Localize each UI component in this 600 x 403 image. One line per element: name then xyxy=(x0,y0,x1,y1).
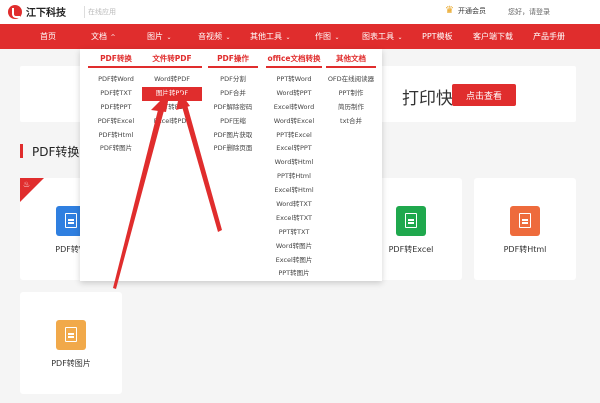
menu-item[interactable]: PPT转PDF xyxy=(142,101,202,115)
tool-card-pdf-html[interactable]: PDF转Html xyxy=(474,178,576,280)
vip-link[interactable]: ♛ 开通会员 xyxy=(445,5,486,16)
menu-item[interactable]: OFD在线阅读器 xyxy=(326,73,376,87)
chevron-down-icon: ⌄ xyxy=(397,34,403,41)
menu-item[interactable]: PDF转Excel xyxy=(88,115,144,129)
view-button[interactable]: 点击查看 xyxy=(452,84,516,106)
vip-label: 开通会员 xyxy=(457,6,486,15)
menu-item[interactable]: PDF转图片 xyxy=(88,142,144,156)
docs-dropdown-menu: PDF转换 PDF转Word PDF转TXT PDF转PPT PDF转Excel… xyxy=(80,49,382,281)
menu-item[interactable]: PDF转Word xyxy=(88,73,144,87)
top-bar: 江下科技 ♛ 开通会员 您好，请登录 xyxy=(0,0,600,24)
nav-item-docs[interactable]: 文档 ^ xyxy=(91,31,116,42)
menu-item[interactable]: PPT转Word xyxy=(266,73,322,87)
menu-column-office-convert: office文档转换 PPT转Word Word转PPT Excel转Word … xyxy=(266,53,322,281)
nav-label: PPT模板 xyxy=(422,32,453,41)
menu-item[interactable]: Excel转PPT xyxy=(266,142,322,156)
nav-item-av[interactable]: 音视频 ⌄ xyxy=(198,31,231,42)
flame-icon: ♨ xyxy=(23,180,31,189)
nav-item-images[interactable]: 图片 ⌄ xyxy=(147,31,172,42)
menu-item[interactable]: PDF压缩 xyxy=(208,115,258,129)
html-doc-icon xyxy=(510,206,540,236)
nav-item-home[interactable]: 首页 xyxy=(40,31,56,42)
menu-item[interactable]: PPT转Excel xyxy=(266,129,322,143)
menu-column-file-to-pdf: 文件转PDF Word转PDF 图片转PDF PPT转PDF Excel转PDF xyxy=(142,53,202,129)
menu-item[interactable]: PPT制作 xyxy=(326,87,376,101)
menu-item[interactable]: Excel转PDF xyxy=(142,115,202,129)
column-heading: office文档转换 xyxy=(266,53,322,68)
nav-item-manual[interactable]: 产品手册 xyxy=(533,31,565,42)
column-heading: PDF操作 xyxy=(208,53,258,68)
chevron-down-icon: ⌄ xyxy=(225,34,231,41)
menu-item[interactable]: PPT转图片 xyxy=(266,267,322,281)
caret-up-icon: ^ xyxy=(110,34,116,41)
menu-item[interactable]: PDF转PPT xyxy=(88,101,144,115)
section-title: PDF转换 xyxy=(32,145,80,159)
menu-item[interactable]: PDF转Html xyxy=(88,129,144,143)
nav-item-charts[interactable]: 图表工具 ⌄ xyxy=(362,31,403,42)
column-heading: 其他文档 xyxy=(326,53,376,68)
menu-item[interactable]: Word转Html xyxy=(266,156,322,170)
chevron-down-icon: ⌄ xyxy=(285,34,291,41)
brand-name: 江下科技 xyxy=(26,8,66,19)
menu-item[interactable]: Word转PDF xyxy=(142,73,202,87)
nav-label: 文档 xyxy=(91,32,107,41)
nav-label: 图片 xyxy=(147,32,163,41)
nav-label: 作图 xyxy=(315,32,331,41)
menu-item[interactable]: Word转TXT xyxy=(266,198,322,212)
chevron-down-icon: ⌄ xyxy=(334,34,340,41)
menu-item[interactable]: 简历制作 xyxy=(326,101,376,115)
search-divider xyxy=(84,6,85,18)
menu-column-other-docs: 其他文档 OFD在线阅读器 PPT制作 简历制作 txt合并 xyxy=(326,53,376,129)
menu-column-pdf-convert: PDF转换 PDF转Word PDF转TXT PDF转PPT PDF转Excel… xyxy=(88,53,144,156)
menu-item[interactable]: Word转图片 xyxy=(266,240,322,254)
menu-item[interactable]: Excel转图片 xyxy=(266,254,322,268)
brand-logo[interactable]: 江下科技 xyxy=(8,4,66,19)
menu-item[interactable]: PDF图片获取 xyxy=(208,129,258,143)
nav-item-tools[interactable]: 其他工具 ⌄ xyxy=(250,31,291,42)
menu-item[interactable]: txt合并 xyxy=(326,115,376,129)
menu-item-active[interactable]: 图片转PDF xyxy=(142,86,202,101)
chevron-down-icon: ⌄ xyxy=(166,34,172,41)
card-label: PDF转Html xyxy=(503,245,547,254)
nav-label: 音视频 xyxy=(198,32,222,41)
nav-label: 图表工具 xyxy=(362,32,394,41)
nav-item-draw[interactable]: 作图 ⌄ xyxy=(315,31,340,42)
nav-label: 客户端下载 xyxy=(473,32,513,41)
menu-item[interactable]: PPT转TXT xyxy=(266,226,322,240)
logo-icon xyxy=(8,4,22,19)
menu-item[interactable]: Excel转TXT xyxy=(266,212,322,226)
nav-item-download[interactable]: 客户端下载 xyxy=(473,31,513,42)
column-heading: 文件转PDF xyxy=(142,53,202,68)
tool-card-pdf-image[interactable]: PDF转图片 xyxy=(20,292,122,394)
image-doc-icon xyxy=(56,320,86,350)
section-accent xyxy=(20,144,23,158)
menu-item[interactable]: PDF删除页面 xyxy=(208,142,258,156)
menu-item[interactable]: PPT转Html xyxy=(266,170,322,184)
login-link[interactable]: 您好，请登录 xyxy=(508,7,550,17)
menu-item[interactable]: PDF转TXT xyxy=(88,87,144,101)
menu-item[interactable]: Excel转Word xyxy=(266,101,322,115)
menu-item[interactable]: PDF解除密码 xyxy=(208,101,258,115)
menu-item[interactable]: Word转PPT xyxy=(266,87,322,101)
menu-column-pdf-ops: PDF操作 PDF分割 PDF合并 PDF解除密码 PDF压缩 PDF图片获取 … xyxy=(208,53,258,156)
excel-doc-icon xyxy=(396,206,426,236)
crown-icon: ♛ xyxy=(445,5,454,16)
column-heading: PDF转换 xyxy=(88,53,144,68)
menu-item[interactable]: PDF合并 xyxy=(208,87,258,101)
menu-item[interactable]: Excel转Html xyxy=(266,184,322,198)
nav-label: 首页 xyxy=(40,32,56,41)
banner-title: 打印快 xyxy=(402,89,453,109)
nav-label: 其他工具 xyxy=(250,32,282,41)
card-label: PDF转图片 xyxy=(51,359,91,368)
search-input[interactable] xyxy=(88,5,288,19)
nav-label: 产品手册 xyxy=(533,32,565,41)
menu-item[interactable]: PDF分割 xyxy=(208,73,258,87)
nav-item-ppt[interactable]: PPT模板 xyxy=(422,31,453,42)
main-nav: 首页 文档 ^ 图片 ⌄ 音视频 ⌄ 其他工具 ⌄ 作图 ⌄ 图表工具 ⌄ PP… xyxy=(0,24,600,49)
menu-item[interactable]: Word转Excel xyxy=(266,115,322,129)
